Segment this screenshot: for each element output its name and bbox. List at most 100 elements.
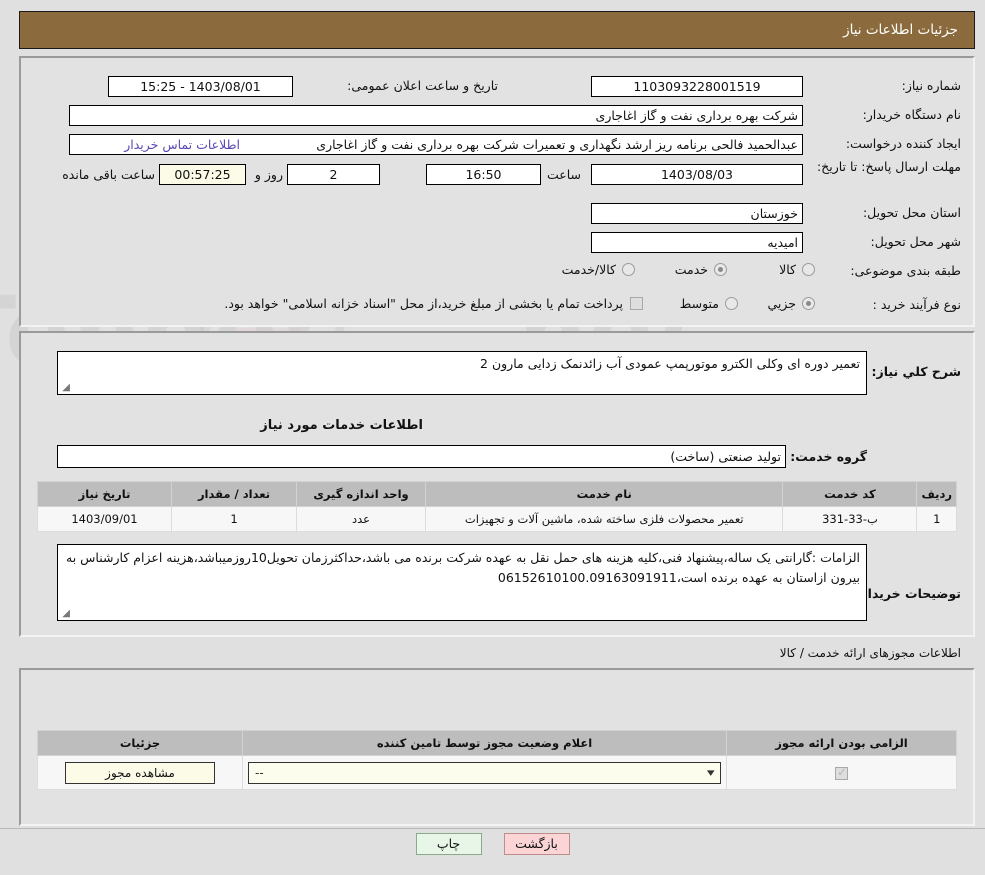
- view-permit-button[interactable]: مشاهده مجوز: [65, 761, 215, 784]
- need-summary-panel: شماره نیاز: 1103093228001519 تاریخ و ساع…: [19, 56, 975, 327]
- cell-unit: عدد: [296, 506, 426, 532]
- city-value: امیدیه: [591, 232, 803, 253]
- print-button[interactable]: چاپ: [415, 833, 482, 855]
- general-desc-textarea[interactable]: تعمیر دوره ای وکلی الکترو موتورپمپ عمودی…: [57, 351, 867, 395]
- city-label: شهر محل تحویل:: [870, 234, 961, 249]
- permits-header-row: الزامی بودن ارائه مجوز اعلام وضعیت مجوز …: [37, 730, 957, 756]
- th-unit: واحد اندازه گیری: [296, 481, 426, 507]
- category-radio-khedmat[interactable]: [714, 263, 727, 276]
- th-permit-status: اعلام وضعیت مجوز توسط تامین کننده: [242, 730, 727, 756]
- deadline-label: مهلت ارسال پاسخ: تا تاریخ:: [816, 159, 961, 174]
- cell-name: تعمیر محصولات فلزی ساخته شده، ماشین آلات…: [424, 506, 784, 532]
- announce-datetime-label-wrap: تاریخ و ساعت اعلان عمومی:: [347, 78, 498, 93]
- window-titlebar: جزئیات اطلاعات نیاز: [19, 11, 975, 49]
- general-desc-value: تعمیر دوره ای وکلی الکترو موتورپمپ عمودی…: [480, 356, 860, 371]
- th-code: کد خدمت: [782, 481, 918, 507]
- request-creator-label-wrap: ایجاد کننده درخواست:: [846, 136, 961, 151]
- treasury-bonds-checkbox[interactable]: [630, 297, 643, 310]
- purchase-type-label-jozei: جزیي: [767, 296, 796, 311]
- permits-table: الزامی بودن ارائه مجوز اعلام وضعیت مجوز …: [37, 730, 957, 790]
- need-number-label: شماره نیاز:: [901, 78, 961, 93]
- treasury-bonds-label: پرداخت تمام یا بخشی از مبلغ خرید،از محل …: [224, 296, 623, 311]
- city-label-wrap: شهر محل تحویل:: [871, 234, 961, 249]
- deadline-countdown: 00:57:25: [159, 164, 246, 185]
- th-permit-details: جزئیات: [37, 730, 243, 756]
- buyer-org-label: نام دستگاه خریدار:: [862, 107, 961, 122]
- deadline-remaining-label: ساعت باقی مانده: [62, 167, 155, 182]
- buyer-notes-textarea[interactable]: الزامات :گارانتی یک ساله،پیشنهاد فنی،کلی…: [57, 544, 867, 621]
- category-label: طبقه بندی موضوعی:: [850, 263, 961, 278]
- service-items-table-wrap: ردیف کد خدمت نام خدمت واحد اندازه گیری ت…: [37, 481, 957, 532]
- back-button[interactable]: بازگشت: [503, 833, 570, 855]
- th-date: تاریخ نیاز: [37, 481, 172, 507]
- category-option-kala[interactable]: کالا: [779, 262, 815, 277]
- table-row: 1 ب-33-331 تعمیر محصولات فلزی ساخته شده،…: [37, 506, 957, 532]
- cell-row: 1: [916, 506, 957, 532]
- province-label-wrap: استان محل تحویل:: [863, 205, 961, 220]
- buyer-contact-link[interactable]: اطلاعات تماس خریدار: [124, 137, 240, 152]
- resize-grip-icon[interactable]: ◢: [60, 383, 70, 393]
- service-items-table: ردیف کد خدمت نام خدمت واحد اندازه گیری ت…: [37, 481, 957, 532]
- deadline-days-value: 2: [287, 164, 380, 185]
- general-desc-label: شرح کلي نیاز:: [871, 364, 961, 379]
- cell-date: 1403/09/01: [37, 506, 172, 532]
- need-number-value: 1103093228001519: [591, 76, 803, 97]
- request-creator-label: ایجاد کننده درخواست:: [845, 136, 961, 151]
- permits-panel: الزامی بودن ارائه مجوز اعلام وضعیت مجوز …: [19, 668, 975, 826]
- buyer-org-label-wrap: نام دستگاه خریدار:: [863, 107, 961, 122]
- purchase-type-radio-motevaset[interactable]: [725, 297, 738, 310]
- announce-datetime-label: تاریخ و ساعت اعلان عمومی:: [347, 78, 498, 93]
- category-option-khedmat[interactable]: خدمت: [675, 262, 727, 277]
- permits-section-title: اطلاعات مجوزهای ارائه خدمت / کالا: [779, 646, 961, 660]
- cell-permit-required: [726, 755, 957, 790]
- purchase-type-label: نوع فرآیند خرید :: [872, 297, 961, 312]
- purchase-type-label-wrap: نوع فرآیند خرید :: [873, 297, 961, 312]
- deadline-days-label: روز و: [254, 167, 283, 182]
- resize-grip-icon-notes[interactable]: ◢: [60, 609, 70, 619]
- purchase-type-label-motevaset: متوسط: [679, 296, 719, 311]
- page-root: AnaTender .net جزئیات اطلاعات نیاز شماره…: [0, 0, 985, 875]
- field-need-number: شماره نیاز:: [902, 78, 961, 93]
- page-title: جزئیات اطلاعات نیاز: [843, 22, 958, 38]
- treasury-bonds-option[interactable]: پرداخت تمام یا بخشی از مبلغ خرید،از محل …: [224, 296, 643, 311]
- permits-table-wrap: الزامی بودن ارائه مجوز اعلام وضعیت مجوز …: [37, 730, 957, 790]
- service-group-value: تولید صنعتی (ساخت): [57, 445, 786, 468]
- permit-required-checkbox: [835, 765, 848, 780]
- th-permit-required: الزامی بودن ارائه مجوز: [726, 730, 957, 756]
- category-label-kala: کالا: [779, 262, 796, 277]
- permits-row: ▾ -- مشاهده مجوز: [37, 755, 957, 790]
- purchase-type-radio-jozei[interactable]: [802, 297, 815, 310]
- announce-datetime-value: 1403/08/01 - 15:25: [108, 76, 293, 97]
- service-group-label: گروه خدمت:: [790, 449, 867, 464]
- category-radio-kala-khedmat[interactable]: [622, 263, 635, 276]
- th-name: نام خدمت: [424, 481, 784, 507]
- footer-divider: [0, 828, 985, 829]
- buyer-org-value: شرکت بهره برداری نفت و گاز اغاجاری: [69, 105, 803, 126]
- category-radio-kala[interactable]: [802, 263, 815, 276]
- category-label-wrap: طبقه بندی موضوعی:: [850, 263, 961, 278]
- province-label: استان محل تحویل:: [862, 205, 961, 220]
- category-option-kala-khedmat[interactable]: کالا/خدمت: [562, 262, 635, 277]
- cell-code: ب-33-331: [782, 506, 918, 532]
- buyer-notes-value: الزامات :گارانتی یک ساله،پیشنهاد فنی،کلی…: [66, 550, 860, 585]
- services-section-title: اطلاعات خدمات مورد نیاز: [260, 418, 423, 433]
- cell-qty: 1: [171, 506, 297, 532]
- th-row: ردیف: [916, 481, 957, 507]
- deadline-hour-label: ساعت: [546, 167, 581, 182]
- permit-status-value: --: [255, 765, 264, 780]
- chevron-down-icon: ▾: [707, 766, 716, 779]
- province-value: خوزستان: [591, 203, 803, 224]
- need-details-panel: شرح کلي نیاز: تعمیر دوره ای وکلی الکترو …: [19, 331, 975, 637]
- cell-permit-details: مشاهده مجوز: [37, 755, 243, 790]
- deadline-time-value: 16:50: [426, 164, 541, 185]
- buyer-notes-label: توضیحات خریدار:: [855, 586, 961, 601]
- purchase-type-option-motevaset[interactable]: متوسط: [680, 296, 738, 311]
- cell-permit-status: ▾ --: [242, 755, 727, 790]
- permit-status-select[interactable]: ▾ --: [248, 761, 721, 784]
- footer-actions: بازگشت چاپ: [0, 833, 985, 855]
- th-qty: تعداد / مقدار: [171, 481, 297, 507]
- category-label-khedmat: خدمت: [674, 262, 708, 277]
- table-header-row: ردیف کد خدمت نام خدمت واحد اندازه گیری ت…: [37, 481, 957, 507]
- deadline-label-wrap: مهلت ارسال پاسخ: تا تاریخ:: [811, 158, 961, 176]
- purchase-type-option-jozei[interactable]: جزیي: [767, 296, 815, 311]
